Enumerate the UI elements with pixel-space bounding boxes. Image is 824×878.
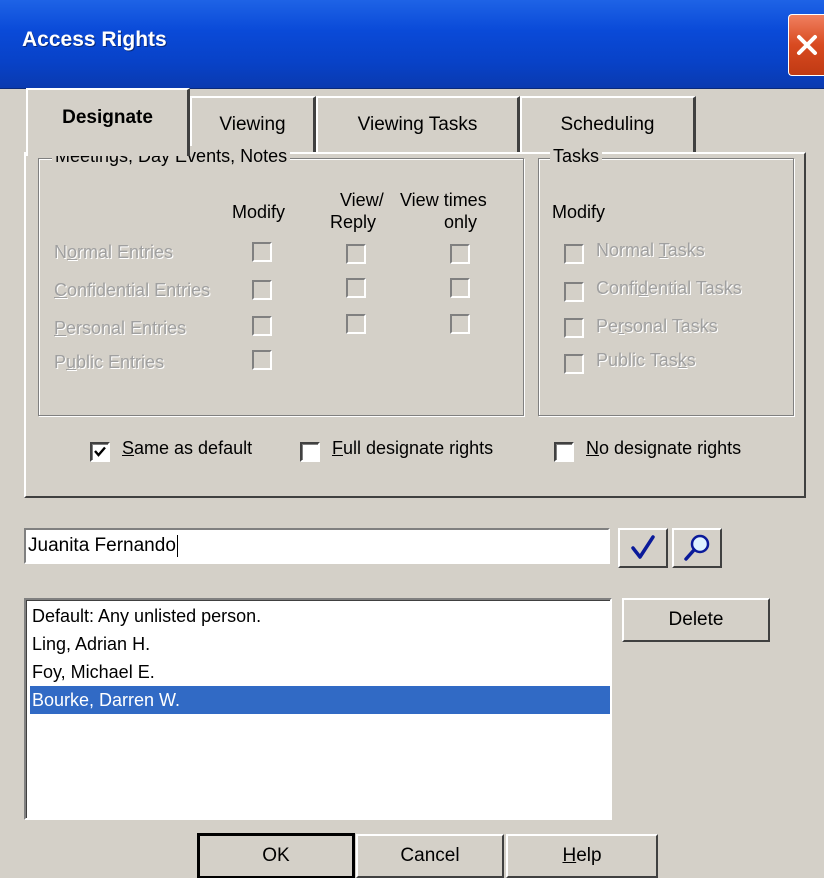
normal-view-times-checkbox[interactable] (450, 244, 470, 264)
tab-designate-label: Designate (62, 107, 153, 128)
normal-modify-checkbox[interactable] (252, 242, 272, 262)
name-input[interactable]: Juanita Fernando (24, 528, 610, 564)
help-button[interactable]: Help (506, 834, 658, 878)
full-designate-rights-checkbox[interactable] (300, 442, 320, 462)
title-bar[interactable]: Access Rights (0, 0, 824, 89)
accept-name-button[interactable] (618, 528, 668, 568)
confidential-tasks-checkbox[interactable] (564, 282, 584, 302)
same-as-default-label: Same as default (122, 438, 253, 458)
tab-viewing-tasks-label: Viewing Tasks (357, 114, 478, 135)
modify-column-header: Modify (232, 202, 286, 222)
tab-viewing-label: Viewing (219, 114, 286, 135)
personal-tasks-checkbox[interactable] (564, 318, 584, 338)
name-input-value: Juanita Fernando (28, 535, 176, 556)
same-as-default-checkbox[interactable] (90, 442, 110, 462)
text-caret (176, 534, 178, 557)
confidential-modify-checkbox[interactable] (252, 280, 272, 300)
view-times-header-line1: View times (400, 190, 487, 210)
delete-button[interactable]: Delete (622, 598, 770, 642)
list-item[interactable]: Foy, Michael E. (30, 658, 610, 686)
close-button[interactable] (788, 14, 824, 76)
confidential-entries-label: Confidential Entries (54, 280, 211, 300)
public-tasks-checkbox[interactable] (564, 354, 584, 374)
personal-tasks-label: Personal Tasks (596, 316, 718, 336)
tab-scheduling[interactable]: Scheduling (520, 96, 696, 154)
view-reply-header-line2: Reply (330, 212, 377, 232)
confidential-view-times-checkbox[interactable] (450, 278, 470, 298)
people-listbox[interactable]: Default: Any unlisted person. Ling, Adri… (24, 598, 612, 820)
no-designate-rights-checkbox[interactable] (554, 442, 574, 462)
normal-entries-label: Normal Entries (54, 242, 174, 262)
cancel-button[interactable]: Cancel (356, 834, 504, 878)
list-item[interactable]: Default: Any unlisted person. (30, 602, 610, 630)
cancel-button-label: Cancel (400, 845, 460, 866)
public-entries-label: Public Entries (54, 352, 165, 372)
no-designate-rights-label: No designate rights (586, 438, 742, 458)
tab-scheduling-label: Scheduling (560, 114, 655, 135)
public-modify-checkbox[interactable] (252, 350, 272, 370)
public-tasks-label: Public Tasks (596, 350, 696, 370)
tab-viewing-tasks[interactable]: Viewing Tasks (316, 96, 520, 154)
access-rights-dialog: Access Rights Designate Viewing Viewing … (0, 0, 824, 878)
delete-button-label: Delete (668, 609, 724, 630)
help-button-label: Help (562, 845, 602, 866)
magnifier-icon (677, 534, 717, 570)
confidential-tasks-label: Confidential Tasks (596, 278, 742, 298)
tasks-modify-header: Modify (552, 202, 606, 222)
window-title: Access Rights (22, 28, 167, 51)
personal-modify-checkbox[interactable] (252, 316, 272, 336)
ok-button[interactable]: OK (197, 833, 355, 878)
full-designate-rights-label: Full designate rights (332, 438, 494, 458)
tasks-group-title: Tasks (550, 146, 603, 167)
ok-button-label: OK (262, 845, 290, 866)
view-times-header-line2: only (444, 212, 478, 232)
confidential-view-reply-checkbox[interactable] (346, 278, 366, 298)
personal-entries-label: Personal Entries (54, 318, 187, 338)
personal-view-reply-checkbox[interactable] (346, 314, 366, 334)
normal-tasks-label: Normal Tasks (596, 240, 705, 260)
list-item[interactable]: Ling, Adrian H. (30, 630, 610, 658)
normal-view-reply-checkbox[interactable] (346, 244, 366, 264)
view-reply-header-line1: View/ (340, 190, 384, 210)
tab-designate[interactable]: Designate (26, 88, 190, 156)
checkmark-icon (623, 535, 663, 570)
search-name-button[interactable] (672, 528, 722, 568)
list-item-selected[interactable]: Bourke, Darren W. (30, 686, 610, 714)
personal-view-times-checkbox[interactable] (450, 314, 470, 334)
normal-tasks-checkbox[interactable] (564, 244, 584, 264)
